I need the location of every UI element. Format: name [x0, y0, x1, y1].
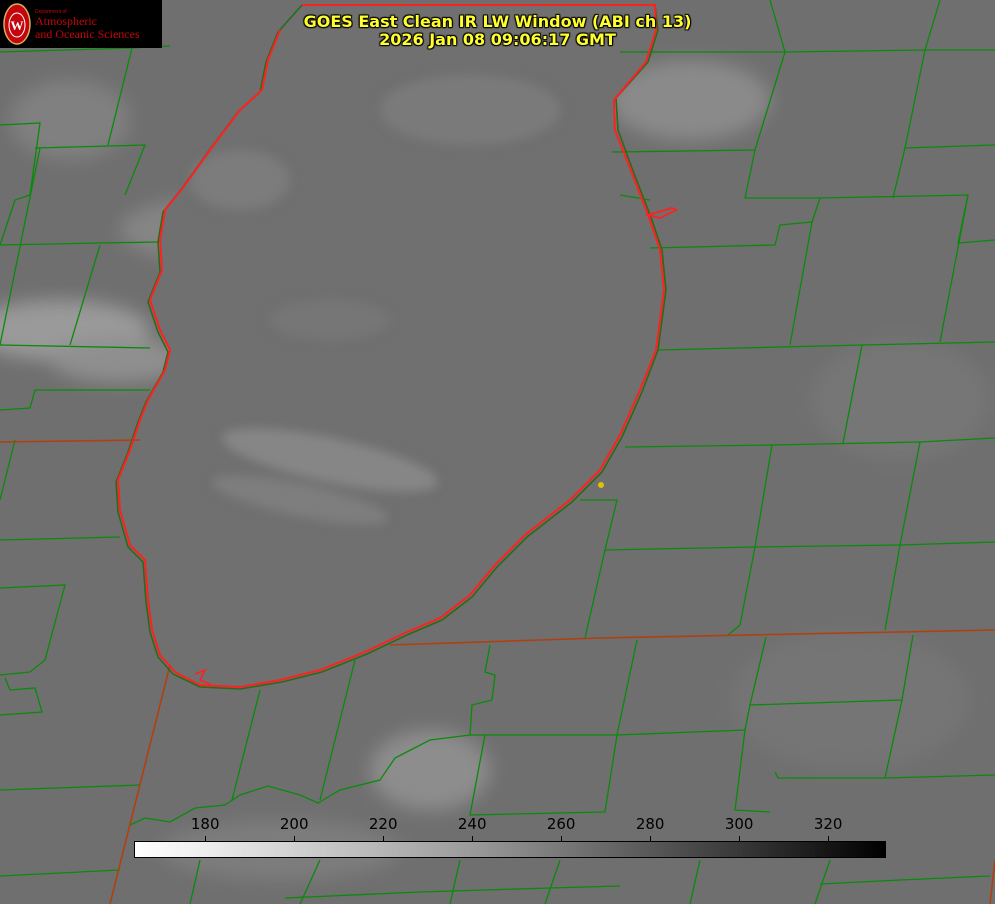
- colorbar-tick-label: 280: [635, 815, 665, 833]
- colorbar-tick-mark: [650, 836, 652, 841]
- colorbar-tick-label: 220: [368, 815, 398, 833]
- product-title: GOES East Clean IR LW Window (ABI ch 13): [303, 12, 692, 31]
- satellite-ir-map: [0, 0, 995, 904]
- colorbar-tick-label: 200: [279, 815, 309, 833]
- colorbar-tick-label: 240: [457, 815, 487, 833]
- timestamp: 2026 Jan 08 09:06:17 GMT: [379, 30, 616, 49]
- temperature-colorbar: [134, 841, 886, 858]
- colorbar-tick-mark: [739, 836, 741, 841]
- colorbar-tick-mark: [561, 836, 563, 841]
- colorbar-tick-label: 180: [190, 815, 220, 833]
- colorbar-tick-mark: [472, 836, 474, 841]
- colorbar-tick-label: 260: [546, 815, 576, 833]
- colorbar-tick-mark: [828, 836, 830, 841]
- colorbar-tick-mark: [205, 836, 207, 841]
- station-dot: [598, 482, 604, 488]
- colorbar-tick-label: 320: [813, 815, 843, 833]
- colorbar-tick-mark: [294, 836, 296, 841]
- colorbar-tick-mark: [383, 836, 385, 841]
- colorbar-tick-label: 300: [724, 815, 754, 833]
